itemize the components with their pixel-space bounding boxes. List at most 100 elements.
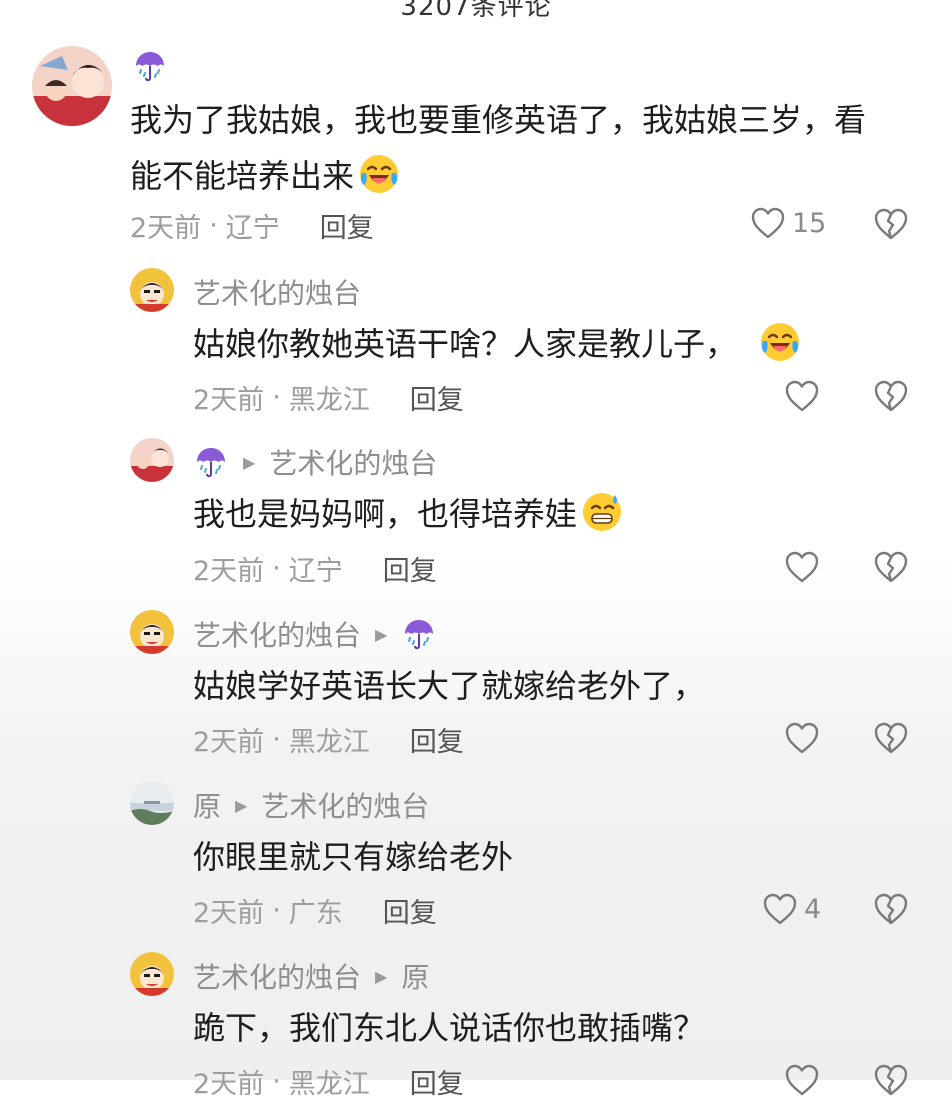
heart-outline-icon [784, 721, 820, 755]
like-button[interactable] [784, 550, 820, 584]
reply-arrow-icon: ▶ [235, 795, 248, 815]
separator: · [272, 553, 281, 584]
comment-text: 我为了我姑娘，我也要重修英语了，我姑娘三岁，看 能不能培养出来 [130, 92, 866, 204]
broken-heart-icon [873, 550, 909, 584]
author-line [132, 48, 168, 84]
reply-arrow-icon: ▶ [375, 624, 388, 644]
heart-outline-icon [762, 892, 798, 926]
comment-meta: 2天前 · 辽宁 回复 [130, 206, 374, 245]
reply-button[interactable]: 回复 [320, 206, 374, 245]
heart-outline-icon [784, 1063, 820, 1097]
like-count: 4 [804, 893, 822, 925]
dislike-button[interactable] [873, 1063, 909, 1097]
timestamp: 2天前 [193, 1069, 265, 1100]
reply-button[interactable]: 回复 [383, 549, 437, 588]
reply-arrow-icon: ▶ [375, 966, 388, 986]
author-name[interactable]: 艺术化的烛台 [193, 614, 361, 654]
like-button[interactable]: 4 [762, 892, 821, 926]
comment-count-header: 3207条评论 [400, 0, 552, 22]
like-button[interactable]: 15 [750, 206, 826, 240]
comment-meta: 2天前 · 黑龙江 回复 [193, 378, 464, 417]
comment-text-span: 跪下，我们东北人说话你也敢插嘴？ [193, 1009, 706, 1047]
comment-meta: 2天前 · 黑龙江 回复 [193, 720, 464, 759]
comment-text: 姑娘学好英语长大了就嫁给老外了， [193, 658, 705, 714]
grinning-sweat-emoji-icon [581, 491, 623, 533]
location: 广东 [288, 898, 343, 929]
location: 辽宁 [288, 556, 343, 587]
reply-button[interactable]: 回复 [410, 1062, 464, 1101]
reply-to-name[interactable]: 艺术化的烛台 [261, 785, 429, 825]
heart-outline-icon [784, 550, 820, 584]
separator: · [272, 895, 281, 926]
timestamp: 2天前 [193, 556, 265, 587]
comment-text-span: 我也是妈妈啊，也得培养娃 [193, 495, 578, 533]
reply-button[interactable]: 回复 [383, 891, 437, 930]
timestamp: 2天前 [193, 727, 265, 758]
timestamp: 2天前 [193, 898, 265, 929]
comment-text-line: 我为了我姑娘，我也要重修英语了，我姑娘三岁，看 [130, 101, 867, 139]
reply-arrow-icon: ▶ [243, 452, 256, 472]
separator: · [272, 382, 281, 413]
umbrella-emoji-icon [193, 444, 229, 480]
separator: · [209, 210, 218, 241]
comment-text-line: 能不能培养出来 [130, 148, 866, 204]
broken-heart-icon [873, 379, 909, 413]
like-button[interactable] [784, 721, 820, 755]
dislike-button[interactable] [873, 207, 909, 241]
author-line: 艺术化的烛台 ▶ [193, 614, 437, 654]
avatar[interactable] [130, 268, 174, 312]
location: 黑龙江 [288, 385, 370, 416]
author-line: 艺术化的烛台 [193, 272, 361, 312]
avatar[interactable] [130, 610, 174, 654]
comment-text-span: 你眼里就只有嫁给老外 [193, 838, 514, 876]
author-name[interactable]: 艺术化的烛台 [193, 956, 361, 996]
dislike-button[interactable] [873, 721, 909, 755]
broken-heart-icon [873, 892, 909, 926]
timestamp: 2天前 [193, 385, 265, 416]
comment-text: 我也是妈妈啊，也得培养娃 [193, 486, 623, 542]
reply-to-name[interactable]: 原 [401, 956, 429, 996]
author-name[interactable]: 原 [193, 785, 221, 825]
avatar[interactable] [130, 781, 174, 825]
reply-button[interactable]: 回复 [410, 378, 464, 417]
avatar[interactable] [130, 952, 174, 996]
reply-button[interactable]: 回复 [410, 720, 464, 759]
avatar[interactable] [130, 438, 174, 482]
location: 黑龙江 [288, 1069, 370, 1100]
like-button[interactable] [784, 1063, 820, 1097]
dislike-button[interactable] [873, 379, 909, 413]
timestamp: 2天前 [130, 213, 202, 244]
like-count: 15 [792, 207, 827, 239]
heart-outline-icon [750, 206, 786, 240]
broken-heart-icon [873, 207, 909, 241]
location: 辽宁 [225, 213, 280, 244]
comment-text: 跪下，我们东北人说话你也敢插嘴？ [193, 1000, 705, 1056]
broken-heart-icon [873, 721, 909, 755]
author-line: 原 ▶ 艺术化的烛台 [193, 785, 429, 825]
reply-to-name[interactable]: 艺术化的烛台 [269, 442, 437, 482]
umbrella-emoji-icon [401, 616, 437, 652]
separator: · [272, 1066, 281, 1097]
location: 黑龙江 [288, 727, 370, 758]
dislike-button[interactable] [873, 892, 909, 926]
like-button[interactable] [784, 379, 820, 413]
comment-text: 你眼里就只有嫁给老外 [193, 829, 513, 885]
comment-meta: 2天前 · 辽宁 回复 [193, 549, 437, 588]
comment-text-span: 姑娘你教她英语干啥？人家是教儿子， [193, 325, 738, 363]
dislike-button[interactable] [873, 550, 909, 584]
author-name[interactable]: 艺术化的烛台 [193, 272, 361, 312]
comment-text-span: 姑娘学好英语长大了就嫁给老外了， [193, 667, 706, 705]
comment-meta: 2天前 · 广东 回复 [193, 891, 437, 930]
laughing-crying-emoji-icon [759, 321, 801, 363]
avatar[interactable] [32, 46, 112, 126]
separator: · [272, 724, 281, 755]
comment-text: 姑娘你教她英语干啥？人家是教儿子， [193, 316, 801, 372]
heart-outline-icon [784, 379, 820, 413]
comment-meta: 2天前 · 黑龙江 回复 [193, 1062, 464, 1101]
author-line: ▶ 艺术化的烛台 [193, 442, 437, 482]
broken-heart-icon [873, 1063, 909, 1097]
author-line: 艺术化的烛台 ▶ 原 [193, 956, 429, 996]
umbrella-emoji-icon [132, 48, 168, 84]
laughing-crying-emoji-icon [358, 153, 400, 195]
comment-text-span: 能不能培养出来 [130, 157, 355, 195]
